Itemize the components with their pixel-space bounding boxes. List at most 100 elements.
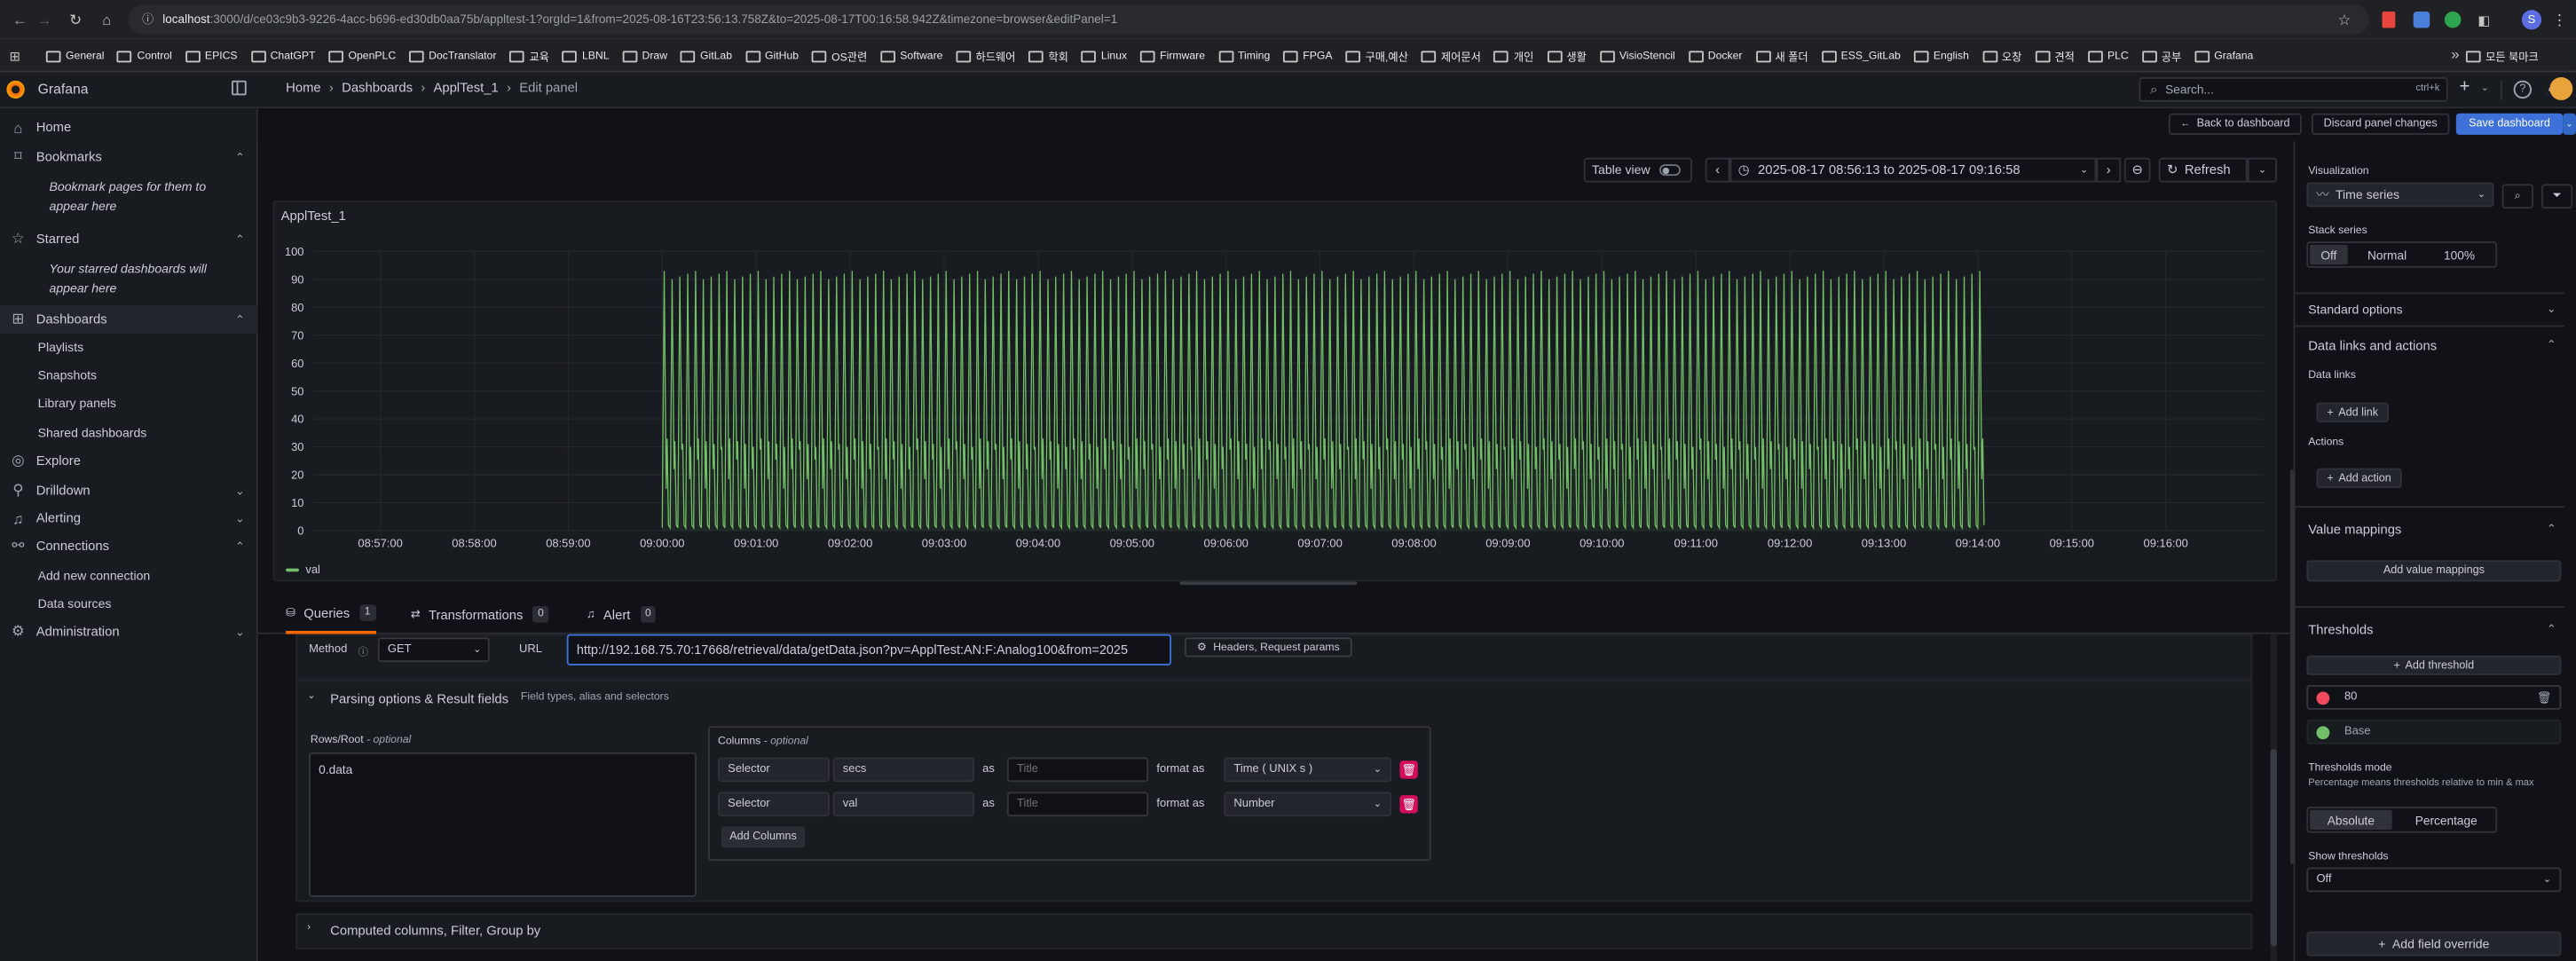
bookmark-folder[interactable]: LBNL bbox=[562, 39, 609, 70]
browser-menu-icon[interactable]: ⋮ bbox=[2551, 10, 2568, 29]
bookmarks-overflow-icon[interactable]: » bbox=[2451, 46, 2459, 63]
parsing-title[interactable]: Parsing options & Result fields bbox=[330, 691, 508, 706]
bookmark-folder[interactable]: Grafana bbox=[2194, 39, 2253, 70]
chevron-up-icon[interactable]: ⌃ bbox=[235, 540, 245, 553]
add-threshold-button[interactable]: + Add threshold bbox=[2306, 655, 2562, 675]
data-links-header[interactable]: Data links and actions bbox=[2308, 338, 2437, 353]
bookmark-folder[interactable]: VisioStencil bbox=[1599, 39, 1675, 70]
save-options-chevron-icon[interactable]: ⌄ bbox=[2563, 113, 2576, 135]
bookmark-folder[interactable]: Timing bbox=[1217, 39, 1270, 70]
add-action-button[interactable]: + Add action bbox=[2316, 468, 2402, 488]
sidebar-item-add-new-connection[interactable]: Add new connection bbox=[38, 569, 151, 584]
options-scrollbar[interactable] bbox=[2289, 469, 2296, 864]
bookmark-folder[interactable]: 학회 bbox=[1028, 39, 1068, 70]
all-bookmarks[interactable]: 모든 북마크 bbox=[2485, 48, 2539, 64]
reload-icon[interactable]: ↻ bbox=[66, 8, 85, 31]
grafana-logo-icon[interactable] bbox=[6, 80, 25, 99]
method-select[interactable]: GET ⌄ bbox=[377, 637, 490, 663]
format-select[interactable]: Time ( UNIX s ) ⌄ bbox=[1224, 757, 1392, 783]
time-series-chart[interactable]: 0 10 20 30 40 50 60 70 80 90 100 08:57:00 08:58:00 08… bbox=[274, 232, 2279, 583]
chevron-down-icon[interactable]: ⌄ bbox=[235, 512, 245, 525]
tab-transformations[interactable]: ⇄ Transformations 0 bbox=[411, 595, 549, 634]
filter-options-button[interactable]: ⏷ bbox=[2541, 184, 2573, 209]
title-input[interactable]: Title bbox=[1006, 757, 1149, 783]
tab-queries[interactable]: ⛁ Queries 1 bbox=[286, 595, 376, 634]
tab-alert[interactable]: ♫ Alert 0 bbox=[587, 595, 657, 634]
bookmark-folder[interactable]: 공부 bbox=[2141, 39, 2181, 70]
back-arrow-icon[interactable]: ← bbox=[10, 8, 29, 31]
help-icon[interactable]: ? bbox=[2513, 80, 2533, 99]
add-link-button[interactable]: + Add link bbox=[2316, 402, 2389, 422]
chevron-down-icon[interactable]: ⌄ bbox=[235, 625, 245, 638]
sidebar-item-starred[interactable]: ☆ Starred ⌃ bbox=[0, 225, 258, 253]
bookmark-folder[interactable]: Software bbox=[880, 39, 942, 70]
bookmark-folder[interactable]: 생활 bbox=[1547, 39, 1587, 70]
toggle-switch[interactable] bbox=[1658, 164, 1681, 177]
back-to-dashboard-button[interactable]: ← Back to dashboard bbox=[2168, 113, 2302, 135]
selector-input[interactable]: secs bbox=[832, 757, 974, 783]
bookmark-folder[interactable]: DocTranslator bbox=[408, 39, 496, 70]
bookmark-folder[interactable]: ChatGPT bbox=[250, 39, 315, 70]
sidebar-item-data-sources[interactable]: Data sources bbox=[38, 596, 112, 611]
chevron-down-icon[interactable]: ⌄ bbox=[307, 690, 315, 701]
chevron-up-icon[interactable]: ⌃ bbox=[2547, 338, 2556, 351]
home-icon[interactable]: ⌂ bbox=[97, 8, 116, 31]
bookmark-folder[interactable]: Control bbox=[117, 39, 172, 70]
site-info-icon[interactable]: ⓘ bbox=[138, 10, 158, 29]
time-back-button[interactable]: ‹ bbox=[1705, 157, 1730, 183]
chevron-right-icon[interactable]: › bbox=[307, 923, 311, 933]
bookmark-folder[interactable]: Draw bbox=[622, 39, 667, 70]
bookmark-folder[interactable]: FPGA bbox=[1283, 39, 1333, 70]
trash-icon[interactable]: 🗑 bbox=[2537, 691, 2551, 704]
mode-absolute-option[interactable]: Absolute bbox=[2310, 809, 2392, 830]
search-options-button[interactable]: ⌕ bbox=[2501, 184, 2533, 209]
sidebar-item-snapshots[interactable]: Snapshots bbox=[38, 368, 97, 383]
extension-icon[interactable] bbox=[2444, 11, 2462, 28]
format-select[interactable]: Number ⌄ bbox=[1224, 792, 1392, 817]
refresh-interval-dropdown[interactable]: ⌄ bbox=[2247, 157, 2278, 183]
bookmark-folder[interactable]: 하드웨어 bbox=[956, 39, 1015, 70]
visualization-picker[interactable]: 〰 Time series ⌄ bbox=[2306, 182, 2494, 208]
threshold-value-input[interactable]: 80 🗑 bbox=[2306, 685, 2562, 710]
bookmark-folder[interactable]: OpenPLC bbox=[328, 39, 396, 70]
extension-icon[interactable] bbox=[2413, 11, 2430, 28]
sidebar-item-dashboards[interactable]: ⊞ Dashboards ⌃ bbox=[0, 305, 258, 334]
sidebar-item-home[interactable]: ⌂ Home bbox=[0, 114, 258, 141]
sidebar-item-bookmarks[interactable]: ⌑ Bookmarks ⌃ bbox=[0, 143, 258, 170]
thresholds-header[interactable]: Thresholds bbox=[2308, 623, 2373, 638]
stack-off-option[interactable]: Off bbox=[2310, 244, 2348, 265]
bookmark-folder[interactable]: Linux bbox=[1081, 39, 1127, 70]
query-scrollbar[interactable] bbox=[2270, 634, 2278, 961]
sidebar-item-library-panels[interactable]: Library panels bbox=[38, 396, 116, 411]
bookmark-star-icon[interactable]: ☆ bbox=[2335, 10, 2354, 29]
bookmark-folder[interactable]: GitLab bbox=[680, 39, 732, 70]
discard-changes-button[interactable]: Discard panel changes bbox=[2311, 113, 2450, 135]
delete-column-button[interactable]: 🗑 bbox=[1399, 760, 1418, 779]
sidebar-item-drilldown[interactable]: ⚲ Drilldown ⌄ bbox=[0, 477, 258, 504]
sidebar-item-alerting[interactable]: ♫ Alerting ⌄ bbox=[0, 504, 258, 532]
zoom-out-button[interactable]: ⊖ bbox=[2123, 157, 2151, 183]
dock-menu-icon[interactable] bbox=[232, 80, 247, 96]
extensions-puzzle-icon[interactable]: ◧ bbox=[2474, 10, 2493, 29]
show-thresholds-select[interactable]: Off ⌄ bbox=[2306, 867, 2562, 893]
headers-request-params-button[interactable]: ⚙ Headers, Request params bbox=[1184, 637, 1352, 658]
selector-input[interactable]: val bbox=[832, 792, 974, 817]
time-forward-button[interactable]: › bbox=[2096, 157, 2122, 183]
add-value-mappings-button[interactable]: Add value mappings bbox=[2306, 560, 2562, 582]
sidebar-item-administration[interactable]: ⚙ Administration ⌄ bbox=[0, 618, 258, 645]
table-view-toggle[interactable]: Table view bbox=[1583, 157, 1692, 183]
bookmark-folder[interactable]: General bbox=[45, 39, 105, 70]
bookmark-folder[interactable]: ESS_GitLab bbox=[1821, 39, 1901, 70]
title-input[interactable]: Title bbox=[1006, 792, 1149, 817]
bookmark-folder[interactable]: 견적 bbox=[2035, 39, 2075, 70]
chevron-down-icon[interactable]: ⌄ bbox=[2481, 83, 2489, 93]
bookmark-folder[interactable]: 제어문서 bbox=[1421, 39, 1481, 70]
chevron-up-icon[interactable]: ⌃ bbox=[2547, 523, 2556, 536]
add-columns-button[interactable]: Add Columns bbox=[721, 826, 806, 848]
chevron-down-icon[interactable]: ⌄ bbox=[235, 484, 245, 497]
bookmark-folder[interactable]: Firmware bbox=[1139, 39, 1205, 70]
threshold-color-swatch[interactable] bbox=[2316, 690, 2330, 705]
new-plus-icon[interactable]: + bbox=[2460, 77, 2470, 97]
search-input[interactable]: ⌕ Search... ctrl+k bbox=[2139, 77, 2448, 102]
chevron-up-icon[interactable]: ⌃ bbox=[235, 313, 245, 327]
